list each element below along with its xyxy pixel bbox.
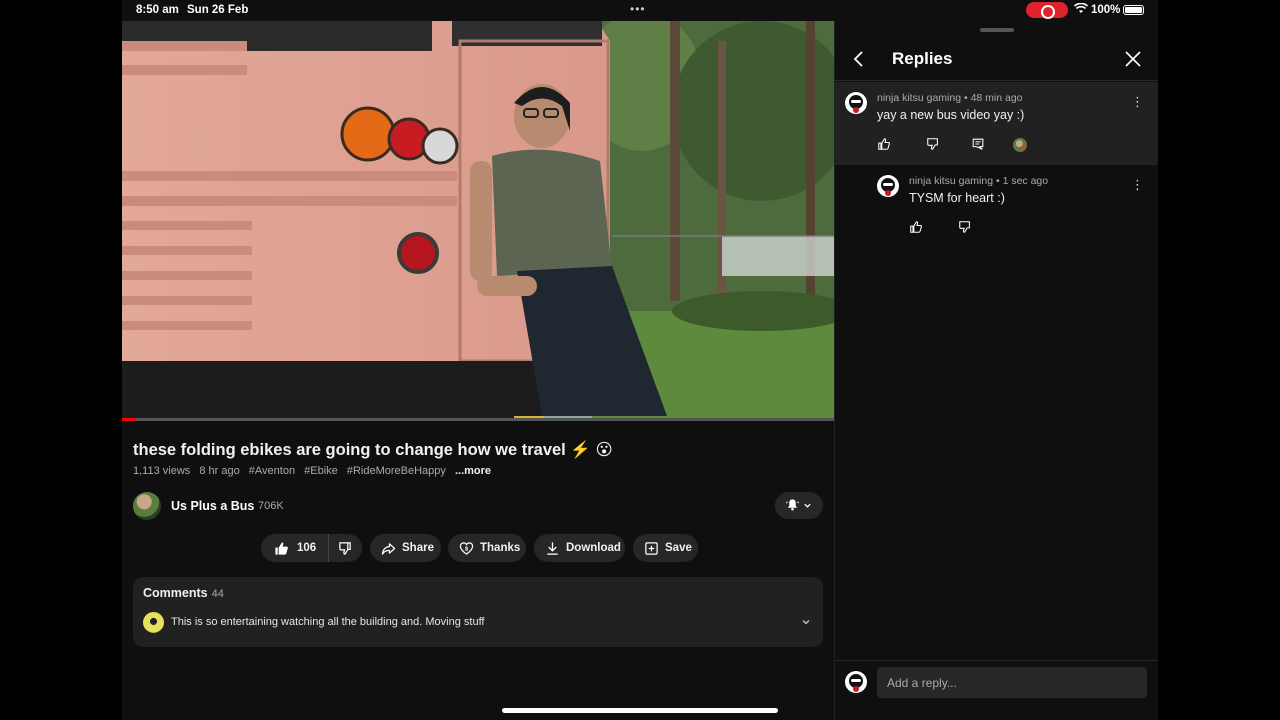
hashtag[interactable]: #Aventon [249,465,295,477]
replies-header: Replies [835,39,1158,81]
like-count: 106 [297,542,317,554]
reply-avatar[interactable] [877,175,899,197]
status-time: 8:50 am [136,4,179,16]
thumbs-down-icon [338,540,354,556]
status-date: Sun 26 Feb [187,4,249,16]
video-title: these folding ebikes are going to change… [133,441,613,459]
reply-age: 1 sec ago [1002,175,1049,187]
save-label: Save [665,542,692,554]
top-comment-preview: This is so entertaining watching all the… [171,616,485,628]
parent-comment: ninja kitsu gaming • 48 min ago yay a ne… [835,82,1158,165]
more-options-icon[interactable]: ⋮ [1131,178,1144,194]
download-icon [544,540,560,556]
comments-section[interactable]: Comments 44 This is so entertaining watch… [133,577,823,647]
dislike-button[interactable] [329,540,362,556]
chevron-down-icon[interactable] [801,617,811,630]
video-frame [122,21,834,421]
super-thanks-icon: $ [458,540,474,556]
view-count: 1,113 views [133,465,191,477]
channel-row: Us Plus a Bus 706K [133,492,823,520]
multitasking-dots[interactable]: ••• [630,2,646,16]
reply-composer [835,660,1158,720]
video-player[interactable] [122,21,834,421]
comment-author-avatar [143,612,164,633]
notification-bell-button[interactable] [775,492,823,519]
youtube-app: 8:50 am Sun 26 Feb ••• 100% these foldin… [122,0,1158,720]
channel-avatar[interactable] [133,492,161,520]
reply-comment-icon[interactable] [971,137,987,153]
battery-icon [1123,5,1144,15]
my-avatar [845,671,867,693]
thumbs-up-filled-icon [273,540,289,556]
save-button[interactable]: Save [633,534,698,562]
bell-icon [786,498,799,514]
more-description-link[interactable]: ...more [455,465,491,477]
comments-count: 44 [211,588,224,600]
thumbs-up-icon[interactable] [909,220,925,236]
upload-age: 8 hr ago [199,465,240,477]
svg-text:$: $ [464,546,468,552]
replies-panel: Replies ninja kitsu gaming • 48 min ago … [834,21,1158,720]
commenter-avatar[interactable] [845,92,867,114]
comment-author[interactable]: ninja kitsu gaming [877,92,961,104]
hashtag[interactable]: #RideMoreBeHappy [347,465,446,477]
thumbs-up-icon[interactable] [877,137,893,153]
thanks-label: Thanks [480,542,521,554]
like-dislike-group: 106 [261,534,362,562]
chevron-down-icon [803,499,812,513]
video-progress-fill [122,418,137,421]
back-arrow-icon[interactable] [849,49,869,69]
hashtag[interactable]: #Ebike [304,465,338,477]
panel-drag-handle[interactable] [980,28,1014,32]
right-letterbox [1158,0,1280,720]
comment-meta: ninja kitsu gaming • 48 min ago [877,92,1023,104]
home-indicator[interactable] [502,708,778,713]
close-icon[interactable] [1123,49,1143,69]
subscriber-count: 706K [258,500,284,512]
replies-title: Replies [892,49,953,68]
share-label: Share [402,542,434,554]
share-button[interactable]: Share [370,534,441,562]
video-meta[interactable]: 1,113 views 8 hr ago #Aventon #Ebike #Ri… [133,465,497,477]
like-button[interactable]: 106 [261,534,329,562]
video-progress-bar[interactable] [122,418,834,421]
reply-meta: ninja kitsu gaming • 1 sec ago [909,175,1049,187]
save-playlist-icon [643,540,659,556]
thanks-button[interactable]: $ Thanks [448,534,526,562]
left-letterbox [0,0,122,720]
thumbs-down-icon[interactable] [926,137,942,153]
download-button[interactable]: Download [534,534,625,562]
comment-text: yay a new bus video yay :) [877,108,1025,122]
comments-title: Comments [143,586,208,600]
comments-header: Comments 44 [143,586,224,600]
wifi-icon [1073,2,1089,17]
share-icon [380,540,396,556]
creator-heart-icon: ♥ [1013,138,1027,153]
more-options-icon[interactable]: ⋮ [1131,95,1144,111]
battery-percent: 100% [1091,4,1121,16]
channel-name[interactable]: Us Plus a Bus [171,499,254,513]
comment-age: 48 min ago [970,92,1023,104]
thumbs-down-icon[interactable] [958,220,974,236]
reply-author[interactable]: ninja kitsu gaming [909,175,993,187]
status-bar: 8:50 am Sun 26 Feb ••• 100% [122,0,1158,21]
reply-input[interactable] [877,667,1147,698]
screen-recording-icon[interactable] [1026,2,1068,19]
download-label: Download [566,542,621,554]
reply-text: TYSM for heart :) [909,191,1005,205]
